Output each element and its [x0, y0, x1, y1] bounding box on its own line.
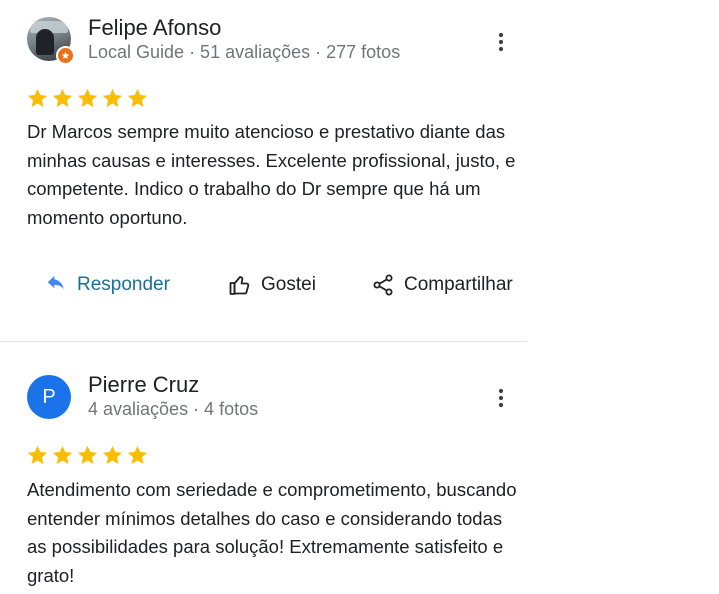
star-rating: [27, 445, 148, 465]
reviews-panel: Felipe Afonso Local Guide · 51 avaliaçõe…: [0, 0, 719, 594]
share-label: Compartilhar: [404, 274, 513, 295]
star-rating: [27, 88, 148, 108]
local-guide-star-icon: [61, 51, 70, 59]
avatar[interactable]: [27, 17, 75, 65]
avatar[interactable]: P: [27, 375, 71, 419]
more-options-button[interactable]: [490, 387, 512, 409]
more-vert-icon: [498, 32, 504, 52]
like-label: Gostei: [261, 274, 316, 295]
reply-arrow-icon: [44, 273, 68, 297]
like-button[interactable]: Gostei: [228, 270, 316, 300]
author-meta: 4 avaliações · 4 fotos: [88, 399, 259, 419]
avatar-photo-figure: [36, 29, 54, 55]
star-icon: [127, 445, 148, 464]
author-name[interactable]: Felipe Afonso: [88, 15, 221, 41]
author-name[interactable]: Pierre Cruz: [88, 372, 199, 398]
star-icon: [102, 88, 123, 107]
review-text: Dr Marcos sempre muito atencioso e prest…: [27, 121, 516, 228]
reply-label: Responder: [77, 274, 170, 295]
more-options-button[interactable]: [490, 31, 512, 53]
author-meta: Local Guide · 51 avaliações · 277 fotos: [88, 42, 401, 62]
star-icon: [77, 88, 98, 107]
star-icon: [27, 88, 48, 107]
star-icon: [127, 88, 148, 107]
share-button[interactable]: Compartilhar: [371, 270, 513, 300]
star-icon: [52, 88, 73, 107]
local-guide-badge-icon: [56, 46, 75, 65]
star-icon: [52, 445, 73, 464]
review-actions: Responder Gostei Compartilhar: [0, 270, 527, 304]
star-icon: [77, 445, 98, 464]
star-icon: [27, 445, 48, 464]
share-icon: [371, 273, 395, 297]
reply-button[interactable]: Responder: [44, 270, 170, 300]
more-vert-icon: [498, 388, 504, 408]
review-text: Atendimento com seriedade e comprometime…: [27, 479, 517, 586]
review-divider: [0, 341, 527, 342]
thumbs-up-icon: [228, 273, 252, 297]
star-icon: [102, 445, 123, 464]
